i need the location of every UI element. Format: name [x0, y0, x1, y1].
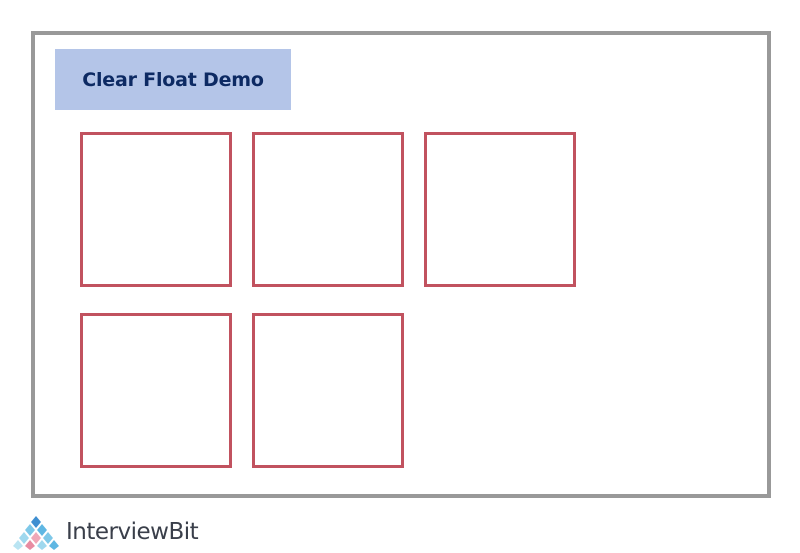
floated-box-5 [252, 313, 404, 468]
page-title: Clear Float Demo [55, 49, 291, 110]
interviewbit-triangle-logo-icon [13, 516, 59, 550]
logo: InterviewBit [10, 513, 199, 551]
floated-box-1 [80, 132, 232, 287]
floated-box-2 [252, 132, 404, 287]
floated-box-4 [80, 313, 232, 468]
floated-box-3 [424, 132, 576, 287]
title-label: Clear Float Demo [82, 68, 264, 91]
logo-text: InterviewBit [66, 519, 199, 545]
